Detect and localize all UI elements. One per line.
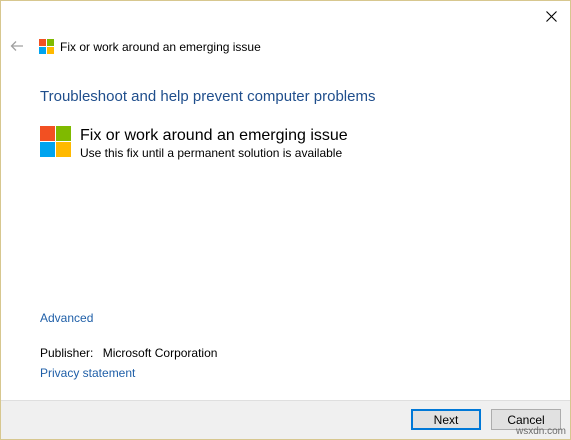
close-icon bbox=[545, 10, 557, 22]
publisher-label: Publisher: bbox=[40, 346, 94, 360]
troubleshooter-window: Fix or work around an emerging issue Tro… bbox=[0, 0, 571, 440]
publisher-value: Microsoft Corporation bbox=[102, 346, 218, 360]
window-header: Fix or work around an emerging issue bbox=[39, 39, 261, 54]
back-button[interactable] bbox=[7, 37, 27, 55]
page-heading: Troubleshoot and help prevent computer p… bbox=[40, 88, 376, 105]
next-button[interactable]: Next bbox=[411, 409, 481, 430]
windows-logo-icon bbox=[40, 126, 71, 157]
fix-title: Fix or work around an emerging issue bbox=[80, 127, 348, 144]
publisher-info: Publisher: Microsoft Corporation bbox=[40, 346, 217, 360]
footer-bar: Next Cancel wsxdn.com bbox=[1, 400, 570, 439]
fix-item: Fix or work around an emerging issue Use… bbox=[40, 126, 348, 160]
window-header-title: Fix or work around an emerging issue bbox=[60, 39, 261, 54]
privacy-statement-link[interactable]: Privacy statement bbox=[40, 366, 135, 380]
back-arrow-icon bbox=[10, 41, 23, 51]
fix-description: Use this fix until a permanent solution … bbox=[80, 146, 343, 160]
watermark: wsxdn.com bbox=[515, 426, 566, 437]
advanced-link[interactable]: Advanced bbox=[40, 311, 93, 325]
close-button[interactable] bbox=[536, 4, 566, 28]
windows-logo-icon bbox=[39, 39, 54, 54]
